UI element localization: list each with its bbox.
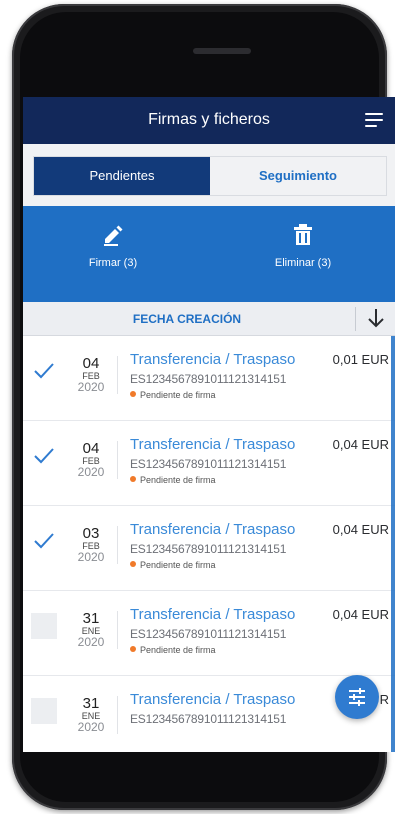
trash-icon: [294, 224, 312, 245]
item-account: ES1234567891011121314151: [130, 712, 287, 726]
checkmark-icon[interactable]: [31, 443, 57, 469]
item-date: 31 ENE 2020: [71, 611, 118, 649]
hamburger-menu-icon[interactable]: [365, 113, 383, 127]
item-status-label: Pendiente de firma: [140, 390, 216, 400]
item-year: 2020: [77, 720, 105, 734]
status-dot-icon: [130, 646, 136, 652]
item-date: 04 FEB 2020: [71, 441, 118, 479]
tab-seguimiento[interactable]: Seguimiento: [210, 157, 386, 195]
item-amount: 0,04 EUR: [328, 607, 389, 622]
checkbox-unchecked[interactable]: [31, 613, 57, 639]
item-status: Pendiente de firma: [130, 390, 330, 400]
item-day: 31: [82, 610, 100, 627]
item-amount: 0,01 EUR: [328, 352, 389, 367]
item-info: Transferencia / Traspaso ES1234567891011…: [130, 520, 330, 570]
delete-button-label: Eliminar (3): [274, 257, 332, 269]
item-status: Pendiente de firma: [130, 645, 330, 655]
sort-divider: [355, 307, 356, 331]
list-item[interactable]: 03 FEB 2020 Transferencia / Traspaso ES1…: [23, 506, 395, 591]
arrow-down-icon[interactable]: [367, 308, 385, 328]
item-info: Transferencia / Traspaso ES1234567891011…: [130, 605, 330, 655]
item-day: 31: [82, 695, 100, 712]
item-status-label: Pendiente de firma: [140, 645, 216, 655]
item-title: Transferencia / Traspaso: [130, 606, 296, 623]
item-day: 04: [82, 440, 100, 457]
bulk-actions-bar: Firmar (3) Eliminar (3): [23, 206, 395, 302]
item-account: ES1234567891011121314151: [130, 542, 287, 556]
item-year: 2020: [77, 380, 105, 394]
status-dot-icon: [130, 561, 136, 567]
app-screen: Firmas y ficheros Pendientes Seguimiento…: [23, 97, 395, 752]
status-dot-icon: [130, 476, 136, 482]
item-info: Transferencia / Traspaso ES1234567891011…: [130, 350, 330, 400]
phone-speaker: [193, 48, 251, 54]
item-info: Transferencia / Traspaso ES1234567891011…: [130, 690, 330, 726]
item-title: Transferencia / Traspaso: [130, 351, 296, 368]
checkmark-icon[interactable]: [31, 358, 57, 384]
sort-bar: FECHA CREACIÓN: [23, 302, 395, 336]
item-title: Transferencia / Traspaso: [130, 691, 296, 708]
sort-field-label[interactable]: FECHA CREACIÓN: [23, 312, 351, 326]
segmented-tabs: Pendientes Seguimiento: [33, 156, 387, 196]
item-amount: 0,04 EUR: [328, 437, 389, 452]
scrollbar[interactable]: [391, 336, 395, 752]
status-dot-icon: [130, 391, 136, 397]
item-title: Transferencia / Traspaso: [130, 436, 296, 453]
top-bar: Firmas y ficheros: [23, 97, 395, 144]
list-item[interactable]: 04 FEB 2020 Transferencia / Traspaso ES1…: [23, 336, 395, 421]
item-year: 2020: [77, 465, 105, 479]
page-title: Firmas y ficheros: [148, 111, 270, 128]
item-year: 2020: [77, 550, 105, 564]
item-day: 04: [82, 355, 100, 372]
checkmark-icon[interactable]: [31, 528, 57, 554]
item-date: 03 FEB 2020: [71, 526, 118, 564]
checkbox-unchecked[interactable]: [31, 698, 57, 724]
item-status-label: Pendiente de firma: [140, 560, 216, 570]
sign-button[interactable]: Firmar (3): [53, 224, 173, 269]
item-status-label: Pendiente de firma: [140, 475, 216, 485]
item-status: Pendiente de firma: [130, 475, 330, 485]
tab-pendientes[interactable]: Pendientes: [34, 157, 210, 195]
pencil-icon: [104, 225, 123, 246]
list-item[interactable]: 31 ENE 2020 Transferencia / Traspaso ES1…: [23, 591, 395, 676]
filter-fab-button[interactable]: [335, 675, 379, 719]
filter-icon: [349, 688, 365, 706]
item-account: ES1234567891011121314151: [130, 457, 287, 471]
item-year: 2020: [77, 635, 105, 649]
sign-button-label: Firmar (3): [88, 257, 138, 269]
item-status: Pendiente de firma: [130, 560, 330, 570]
item-amount: 0,04 EUR: [328, 522, 389, 537]
item-title: Transferencia / Traspaso: [130, 521, 296, 538]
item-account: ES1234567891011121314151: [130, 372, 287, 386]
item-day: 03: [82, 525, 100, 542]
item-date: 31 ENE 2020: [71, 696, 118, 734]
item-date: 04 FEB 2020: [71, 356, 118, 394]
list-item[interactable]: 04 FEB 2020 Transferencia / Traspaso ES1…: [23, 421, 395, 506]
item-account: ES1234567891011121314151: [130, 627, 287, 641]
item-info: Transferencia / Traspaso ES1234567891011…: [130, 435, 330, 485]
tabs-area: Pendientes Seguimiento: [23, 144, 395, 206]
delete-button[interactable]: Eliminar (3): [243, 224, 363, 269]
